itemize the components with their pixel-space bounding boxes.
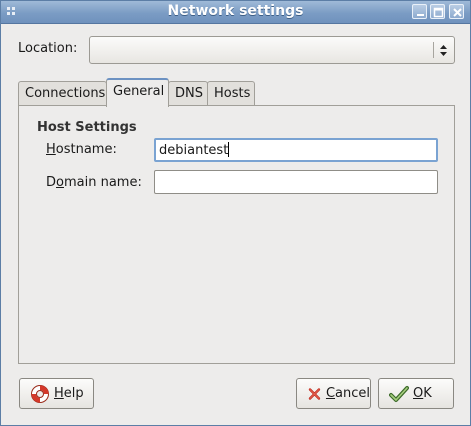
location-combo[interactable] xyxy=(89,36,455,64)
location-label: Location: xyxy=(18,41,78,56)
domain-label-pre: D xyxy=(46,175,57,190)
hostname-label-rest: ostname: xyxy=(55,142,117,157)
hostname-value: debiantest xyxy=(159,143,229,158)
close-icon xyxy=(453,8,462,17)
maximize-button[interactable] xyxy=(430,4,445,19)
title-bar[interactable]: Network settings xyxy=(1,1,470,24)
help-label: Help xyxy=(54,386,84,401)
lifebuoy-icon xyxy=(31,384,49,403)
minimize-icon xyxy=(417,14,424,16)
ok-label: OK xyxy=(413,386,432,401)
domain-label-rest: main name: xyxy=(63,175,142,190)
x-icon xyxy=(308,387,321,400)
network-settings-window: Network settings Location: Connections G… xyxy=(0,0,471,426)
hostname-field[interactable]: debiantest xyxy=(154,138,438,162)
close-button[interactable] xyxy=(449,4,464,19)
domain-name-label: Domain name: xyxy=(46,175,142,190)
minimize-button[interactable] xyxy=(412,4,427,19)
domain-name-field[interactable] xyxy=(154,170,438,194)
help-button[interactable]: Help xyxy=(19,378,94,409)
tab-hosts[interactable]: Hosts xyxy=(207,81,255,105)
cancel-label: Cancel xyxy=(325,386,370,401)
hostname-mnemonic: H xyxy=(46,142,56,157)
tab-general[interactable]: General xyxy=(106,78,169,107)
ok-button[interactable]: OK xyxy=(378,378,454,409)
checkmark-icon xyxy=(389,385,409,402)
tab-dns[interactable]: DNS xyxy=(168,81,208,105)
general-tab-panel: Host Settings Hostname: debiantest Domai… xyxy=(18,105,455,364)
text-caret xyxy=(228,142,230,157)
combo-separator xyxy=(433,42,434,58)
cancel-button[interactable]: Cancel xyxy=(296,378,371,409)
domain-mnemonic: o xyxy=(56,175,64,190)
tab-connections[interactable]: Connections xyxy=(18,81,107,105)
host-settings-heading: Host Settings xyxy=(37,120,137,135)
hostname-label: Hostname: xyxy=(46,142,117,157)
maximize-icon xyxy=(433,7,444,18)
window-title: Network settings xyxy=(167,3,304,19)
combo-arrows-icon xyxy=(440,45,447,56)
